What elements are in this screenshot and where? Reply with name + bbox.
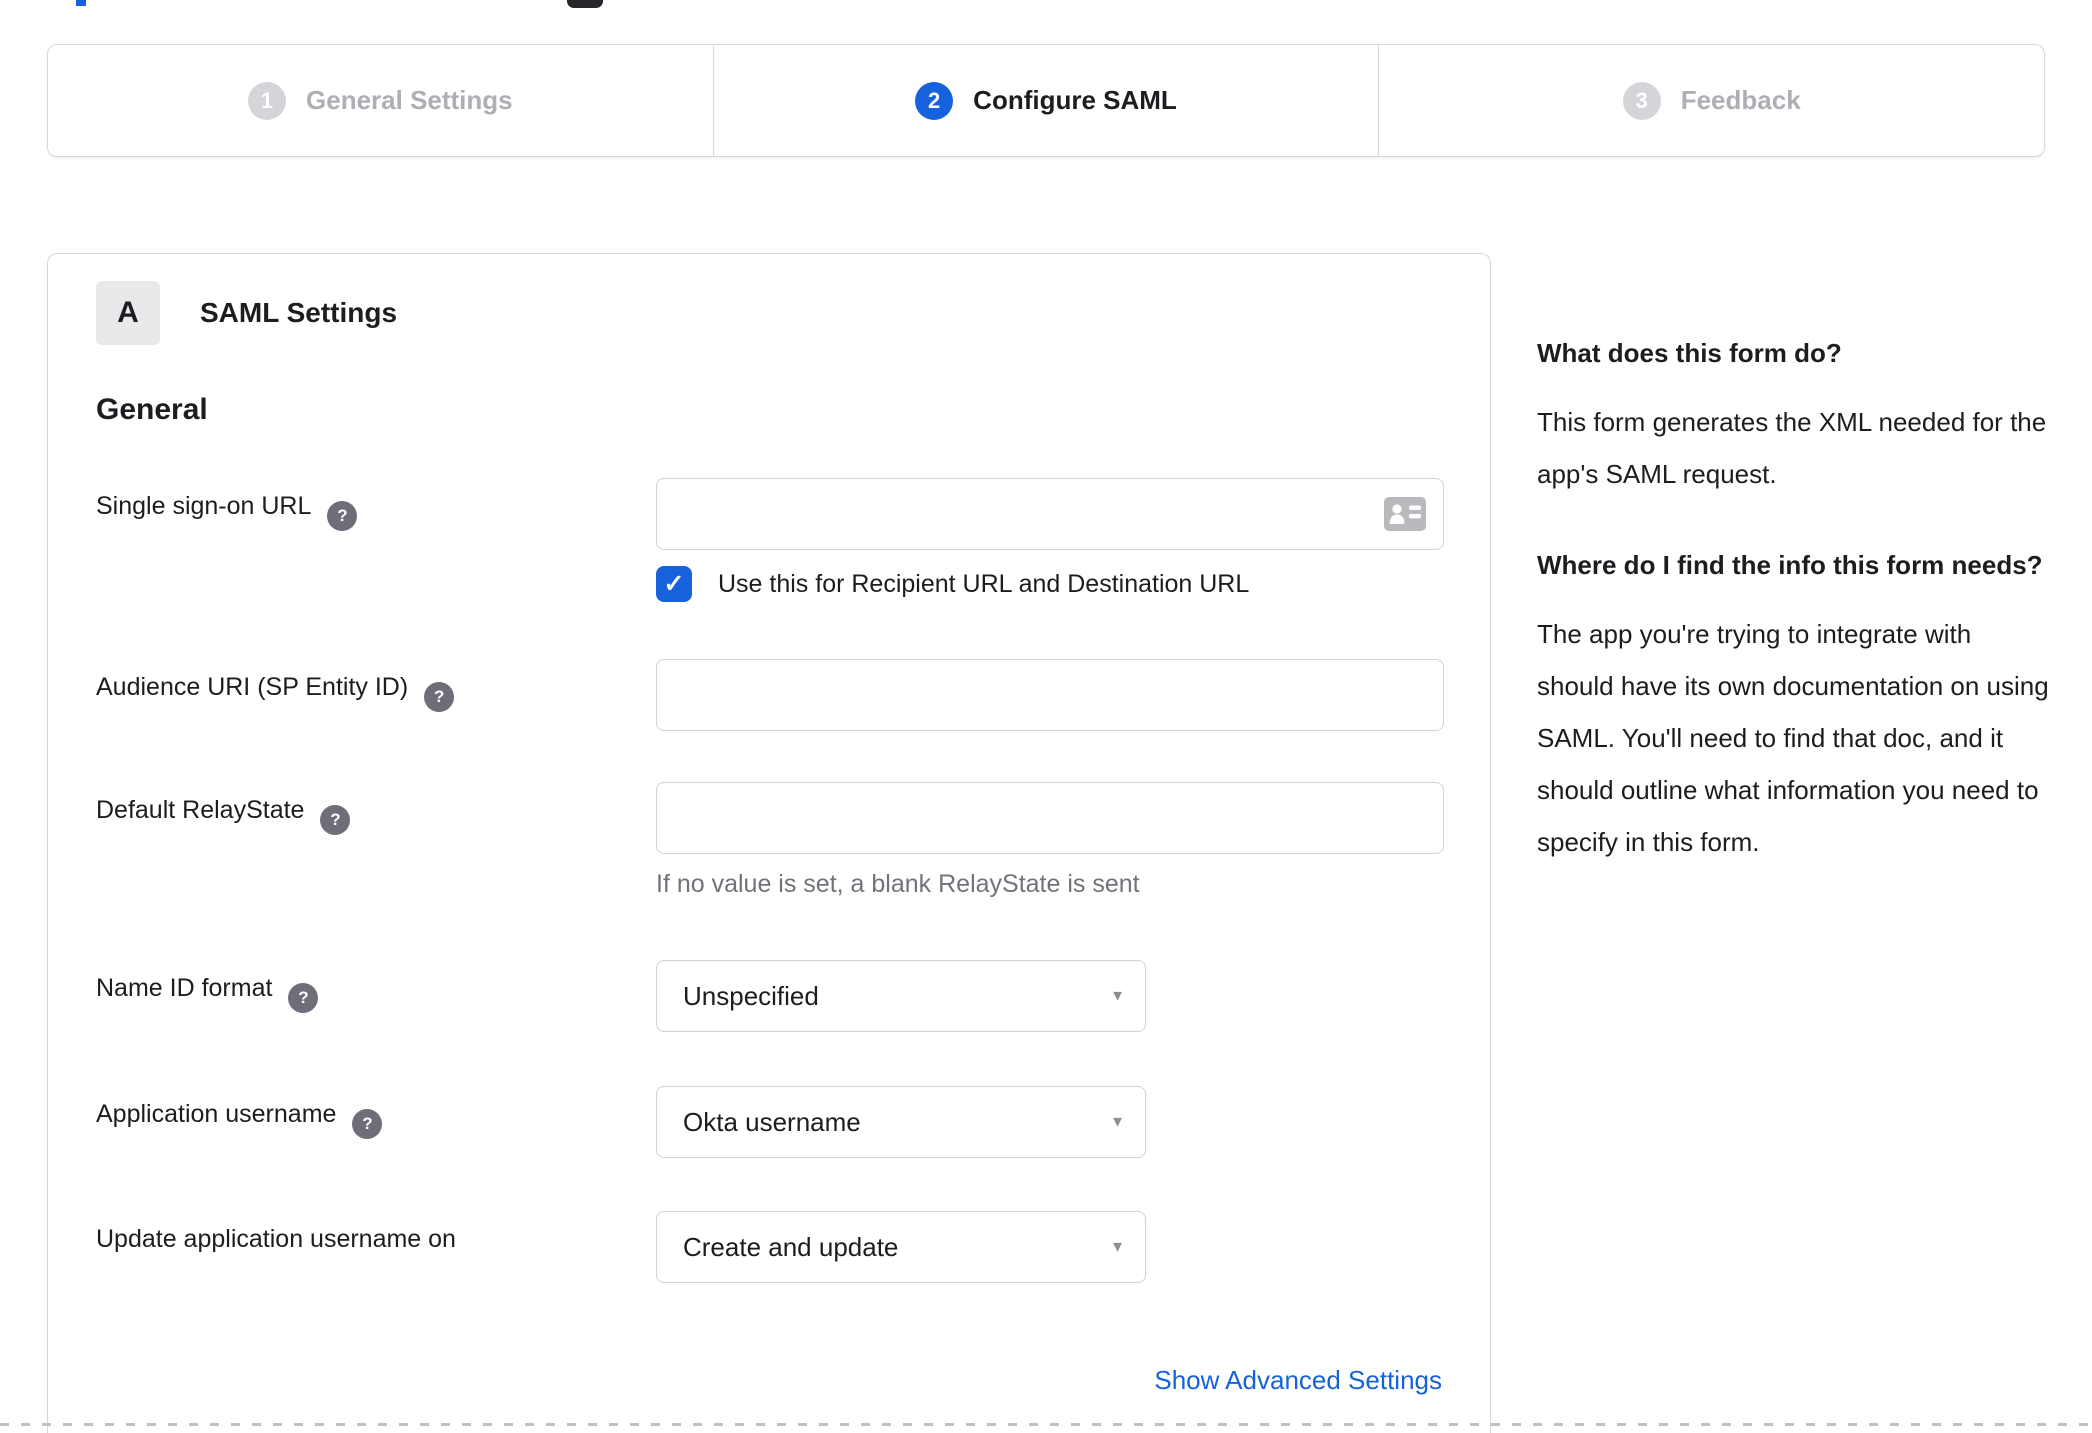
truncated-blue-element bbox=[76, 0, 86, 6]
name-id-format-value: Unspecified bbox=[683, 980, 819, 1011]
help-icon[interactable]: ? bbox=[352, 1109, 383, 1139]
wizard-stepper: 1 General Settings 2 Configure SAML 3 Fe… bbox=[47, 44, 2045, 157]
step-feedback[interactable]: 3 Feedback bbox=[1378, 45, 2044, 156]
sso-url-label-wrap: Single sign-on URL? bbox=[96, 478, 656, 602]
step-number-badge: 1 bbox=[248, 81, 287, 120]
relay-state-input[interactable] bbox=[656, 782, 1444, 854]
audience-uri-row: Audience URI (SP Entity ID)? bbox=[96, 659, 1444, 731]
app-username-row: Application username? Okta username ▼ bbox=[96, 1086, 1444, 1158]
help-icon[interactable]: ? bbox=[424, 682, 455, 712]
update-app-username-label-wrap: Update application username on bbox=[96, 1211, 656, 1283]
app-username-label: Application username bbox=[96, 1100, 337, 1128]
sso-url-label: Single sign-on URL bbox=[96, 492, 312, 520]
chevron-down-icon: ▼ bbox=[1110, 987, 1125, 1005]
chevron-down-icon: ▼ bbox=[1110, 1113, 1125, 1131]
step-label: General Settings bbox=[306, 85, 513, 115]
help-section-what: What does this form do? This form genera… bbox=[1537, 328, 2051, 500]
audience-uri-label-wrap: Audience URI (SP Entity ID)? bbox=[96, 659, 656, 731]
section-a-badge: A bbox=[96, 281, 160, 345]
show-advanced-settings-link[interactable]: Show Advanced Settings bbox=[1154, 1365, 1442, 1395]
help-body: The app you're trying to integrate with … bbox=[1537, 619, 2049, 857]
help-heading: What does this form do? bbox=[1537, 338, 1842, 368]
advanced-settings-row: Show Advanced Settings bbox=[96, 1365, 1444, 1396]
step-general-settings[interactable]: 1 General Settings bbox=[48, 45, 713, 156]
contact-card-icon[interactable] bbox=[1384, 497, 1426, 531]
update-app-username-value: Create and update bbox=[683, 1231, 899, 1262]
relay-state-label-wrap: Default RelayState? bbox=[96, 782, 656, 899]
section-header: A SAML Settings bbox=[96, 281, 1444, 345]
update-app-username-row: Update application username on Create an… bbox=[96, 1211, 1444, 1283]
sso-url-row: Single sign-on URL? ✓ Use this for Recip… bbox=[96, 478, 1444, 602]
help-sidebar: What does this form do? This form genera… bbox=[1537, 328, 2051, 908]
name-id-format-row: Name ID format? Unspecified ▼ bbox=[96, 960, 1444, 1032]
update-app-username-label: Update application username on bbox=[96, 1225, 456, 1253]
help-icon[interactable]: ? bbox=[320, 805, 351, 835]
help-section-where: Where do I find the info this form needs… bbox=[1537, 540, 2051, 868]
relay-state-hint: If no value is set, a blank RelayState i… bbox=[656, 870, 1140, 898]
help-icon[interactable]: ? bbox=[327, 501, 358, 531]
help-icon[interactable]: ? bbox=[288, 983, 319, 1013]
step-number-badge: 2 bbox=[915, 81, 954, 120]
audience-uri-label: Audience URI (SP Entity ID) bbox=[96, 673, 409, 701]
truncated-dark-icon bbox=[567, 0, 603, 8]
relay-state-row: Default RelayState? If no value is set, … bbox=[96, 782, 1444, 899]
step-label: Feedback bbox=[1680, 85, 1801, 115]
name-id-format-label: Name ID format bbox=[96, 974, 273, 1002]
audience-uri-input[interactable] bbox=[656, 659, 1444, 731]
step-label: Configure SAML bbox=[973, 85, 1177, 115]
app-username-label-wrap: Application username? bbox=[96, 1086, 656, 1158]
sso-url-input[interactable] bbox=[656, 478, 1444, 550]
help-heading: Where do I find the info this form needs… bbox=[1537, 550, 2043, 580]
update-app-username-select[interactable]: Create and update ▼ bbox=[656, 1211, 1146, 1283]
section-title: SAML Settings bbox=[200, 297, 398, 328]
relay-state-label: Default RelayState bbox=[96, 796, 305, 824]
name-id-format-label-wrap: Name ID format? bbox=[96, 960, 656, 1032]
app-username-value: Okta username bbox=[683, 1106, 861, 1137]
use-for-recipient-label: Use this for Recipient URL and Destinati… bbox=[718, 569, 1250, 598]
name-id-format-select[interactable]: Unspecified ▼ bbox=[656, 960, 1146, 1032]
saml-settings-card: A SAML Settings General Single sign-on U… bbox=[47, 253, 1491, 1433]
use-for-recipient-checkbox[interactable]: ✓ bbox=[656, 566, 692, 602]
step-configure-saml[interactable]: 2 Configure SAML bbox=[712, 45, 1379, 156]
chevron-down-icon: ▼ bbox=[1110, 1238, 1125, 1256]
app-username-select[interactable]: Okta username ▼ bbox=[656, 1086, 1146, 1158]
general-group-title: General bbox=[96, 393, 208, 426]
help-body: This form generates the XML needed for t… bbox=[1537, 407, 2047, 489]
step-number-badge: 3 bbox=[1622, 81, 1661, 120]
